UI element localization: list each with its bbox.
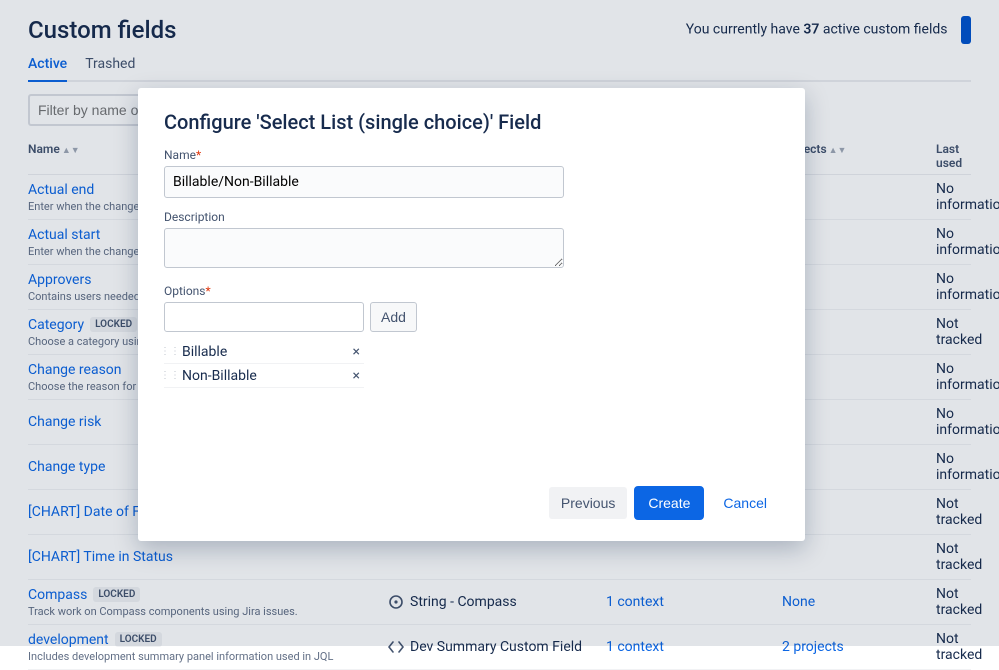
modal-title: Configure 'Select List (single choice)' … xyxy=(164,110,779,134)
remove-option-icon[interactable]: × xyxy=(349,368,364,384)
add-option-button[interactable]: Add xyxy=(370,302,417,332)
drag-handle-icon[interactable]: ⋮⋮ xyxy=(164,345,176,359)
description-input[interactable] xyxy=(164,228,564,268)
options-label: Options* xyxy=(164,284,779,298)
previous-button[interactable]: Previous xyxy=(549,487,627,519)
option-item: ⋮⋮ Non-Billable × xyxy=(164,364,364,388)
description-label: Description xyxy=(164,210,779,224)
name-input[interactable] xyxy=(164,166,564,198)
option-item: ⋮⋮ Billable × xyxy=(164,340,364,364)
create-button[interactable]: Create xyxy=(635,487,703,519)
option-label: Billable xyxy=(182,344,227,360)
name-label: Name* xyxy=(164,148,779,162)
field-description: Includes development summary panel infor… xyxy=(28,650,388,663)
cancel-button[interactable]: Cancel xyxy=(711,487,779,519)
drag-handle-icon[interactable]: ⋮⋮ xyxy=(164,369,176,383)
configure-field-modal: Configure 'Select List (single choice)' … xyxy=(138,88,805,541)
remove-option-icon[interactable]: × xyxy=(349,344,364,360)
option-label: Non-Billable xyxy=(182,368,257,384)
option-input[interactable] xyxy=(164,302,364,332)
